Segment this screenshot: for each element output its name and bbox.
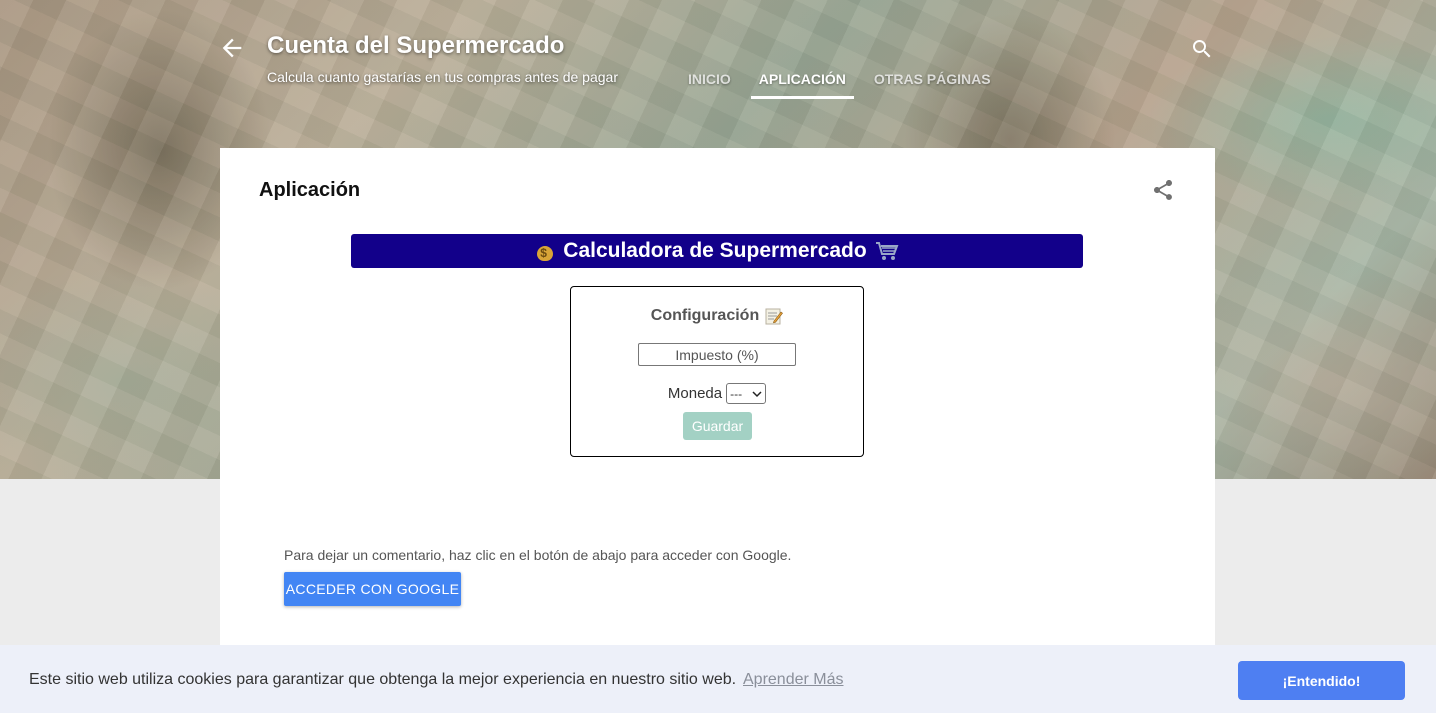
post-card: Aplicación Calculadora de Supermercado C… — [220, 148, 1215, 713]
nav-item-inicio[interactable]: INICIO — [680, 71, 739, 99]
top-bar: Cuenta del Supermercado Calcula cuanto g… — [0, 0, 1436, 110]
money-bag-icon — [535, 240, 555, 262]
comment-instructions: Para dejar un comentario, haz clic en el… — [284, 547, 792, 563]
search-icon[interactable] — [1190, 37, 1214, 61]
currency-row: Moneda --- — [571, 383, 863, 404]
share-icon[interactable] — [1151, 178, 1175, 202]
calculator-title: Calculadora de Supermercado — [563, 239, 867, 262]
nav-item-aplicacion[interactable]: APLICACIÓN — [750, 71, 855, 99]
site-description: Calcula cuanto gastarías en tus compras … — [267, 69, 618, 85]
memo-icon — [765, 307, 784, 325]
save-button[interactable]: Guardar — [683, 412, 752, 440]
shopping-cart-icon — [875, 240, 899, 262]
page-nav: INICIO APLICACIÓN OTRAS PÁGINAS — [680, 71, 1011, 99]
cookie-banner: Este sitio web utiliza cookies para gara… — [0, 645, 1436, 713]
cookie-accept-button[interactable]: ¡Entendido! — [1238, 661, 1405, 700]
calculator-banner: Calculadora de Supermercado — [351, 234, 1083, 268]
configuration-title-label: Configuración — [650, 307, 760, 324]
post-title: Aplicación — [259, 179, 361, 201]
configuration-panel: Configuración Moneda --- Guardar — [570, 286, 864, 457]
currency-selected-value: --- — [730, 386, 743, 401]
learn-more-link[interactable]: Aprender Más — [743, 671, 844, 689]
google-signin-button[interactable]: ACCEDER CON GOOGLE — [284, 572, 461, 606]
currency-label: Moneda — [667, 385, 723, 402]
currency-select[interactable]: --- — [726, 383, 767, 404]
chevron-down-icon — [752, 387, 762, 401]
cookie-message: Este sitio web utiliza cookies para gara… — [29, 671, 737, 688]
back-arrow-icon[interactable] — [218, 34, 246, 62]
tax-percent-input[interactable] — [638, 343, 796, 366]
site-title[interactable]: Cuenta del Supermercado — [267, 32, 564, 60]
configuration-title: Configuración — [571, 307, 863, 325]
nav-item-otras-paginas[interactable]: OTRAS PÁGINAS — [866, 71, 999, 99]
